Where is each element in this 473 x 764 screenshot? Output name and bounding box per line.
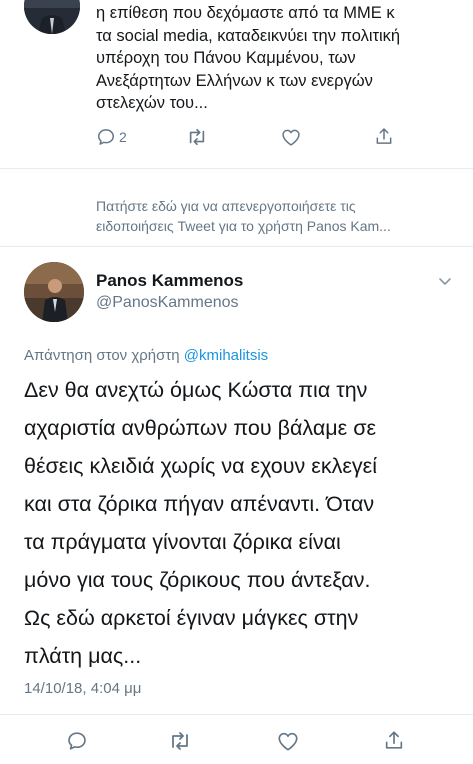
share-icon [376, 128, 392, 144]
chevron-down-icon [439, 278, 451, 285]
previous-tweet-avatar[interactable] [24, 0, 80, 34]
tweet-text-line: Δεν θα ανεχτώ όμως Κώστα πια την [24, 378, 368, 402]
tweet-notifications-link[interactable]: Πατήστε εδώ για να απενεργοποιήσετε τις … [96, 196, 466, 236]
tweet-text-line: τα social media, καταδεικνύει την πολιτι… [96, 26, 401, 45]
reply-count: 2 [119, 129, 127, 145]
reply-button[interactable] [66, 730, 88, 752]
notification-line: Πατήστε εδώ για να απενεργοποιήσετε τις [96, 198, 356, 214]
tweet-text-line: μόνο για τους ζόρικους που άντεξαν. [24, 568, 371, 592]
author-avatar[interactable] [24, 262, 84, 322]
share-button[interactable] [374, 126, 394, 147]
tweet-text-line: πλάτη μας... [24, 644, 142, 668]
retweet-button[interactable] [186, 127, 208, 147]
reply-prefix: Απάντηση στον χρήστη [24, 347, 184, 364]
like-button[interactable] [281, 127, 301, 147]
tweet-text-line: θέσεις κλειδιά χωρίς να εχουν εκλεγεί [24, 454, 378, 478]
tweet-text-line: στελεχών του... [96, 94, 208, 112]
previous-tweet-text: η επίθεση που δεχόμαστε από τα ΜΜΕ κ τα … [96, 2, 461, 115]
reply-button[interactable]: 2 [96, 127, 127, 147]
avatar-photo [24, 0, 80, 34]
tweet-text-line: και στα ζόρικα πήγαν απέναντι. Όταν [24, 492, 375, 516]
avatar-photo [24, 262, 84, 322]
tweet-timestamp: 14/10/18, 4:04 μμ [24, 680, 142, 697]
reply-icon [98, 129, 114, 145]
retweet-icon [172, 732, 188, 750]
tweet-options-button[interactable] [437, 273, 453, 294]
tweet-text-line: αχαριστία ανθρώπων που βάλαμε σε [24, 416, 377, 440]
tweet-text-line: υπέροχη του Πάνου Καμμένου, των [96, 49, 356, 67]
tweet-text: Δεν θα ανεχτώ όμως Κώστα πια την αχαριστ… [24, 371, 464, 675]
share-button[interactable] [383, 729, 405, 752]
heart-icon [278, 732, 298, 751]
notification-line: ειδοποιήσεις Tweet για το χρήστη Panos K… [96, 218, 391, 234]
divider [0, 168, 473, 169]
retweet-icon [189, 128, 205, 146]
previous-tweet[interactable]: η επίθεση που δεχόμαστε από τα ΜΜΕ κ τα … [0, 0, 473, 168]
retweet-button[interactable] [168, 730, 192, 752]
author-display-name[interactable]: Panos Kammenos [96, 271, 243, 291]
tweet-text-line: τα πράγματα γίνονται ζόρικα είναι [24, 530, 341, 554]
reply-mention-link[interactable]: @kmihalitsis [184, 347, 268, 364]
like-button[interactable] [277, 730, 299, 752]
share-icon [385, 731, 403, 749]
reply-icon [68, 732, 86, 750]
heart-icon [282, 129, 300, 146]
divider [0, 714, 473, 715]
tweet-text-line: η επίθεση που δεχόμαστε από τα ΜΜΕ κ [96, 4, 395, 22]
author-handle[interactable]: @PanosKammenos [96, 294, 239, 312]
tweet-text-line: Ανεξάρτητων Ελλήνων κ των ενεργών [96, 71, 373, 90]
reply-context: Απάντηση στον χρήστη @kmihalitsis [24, 347, 268, 364]
tweet-text-line: Ως εδώ αρκετοί έγιναν μάγκες στην [24, 606, 359, 630]
divider [0, 246, 473, 247]
